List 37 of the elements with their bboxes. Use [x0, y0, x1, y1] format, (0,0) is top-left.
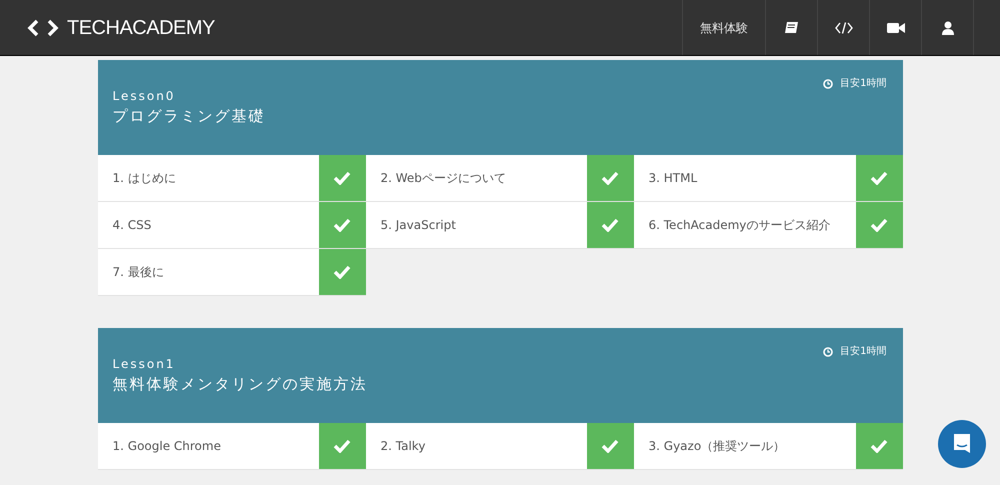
chapter-label: 1. Google Chrome [112, 438, 222, 455]
duration-text: 目安1時間 [840, 76, 886, 91]
chat-icon [952, 433, 972, 455]
duration-text: 目安1時間 [840, 344, 886, 359]
lesson-number: Lesson0 [112, 88, 176, 104]
user-icon [942, 20, 954, 34]
chapter-item[interactable]: 2. Webページについて [366, 155, 634, 202]
chapter-label: 2. Talky [380, 438, 426, 455]
chapter-item[interactable]: 4. CSS [98, 202, 366, 249]
video-camera-icon [886, 22, 904, 34]
chapter-label: 7. 最後に [112, 264, 165, 281]
chapter-label: 3. HTML [648, 170, 698, 187]
code-icon [834, 22, 852, 34]
chapter-label: 6. TechAcademyのサービス紹介 [648, 217, 832, 234]
logo-text[interactable]: TECHACADEMY [67, 12, 215, 42]
chapter-item[interactable]: 3. HTML [634, 155, 902, 202]
chapter-item[interactable]: 5. JavaScript [366, 202, 634, 249]
lesson-title: 無料体験メンタリングの実施方法 [112, 374, 368, 395]
chapter-label: 5. JavaScript [380, 217, 457, 234]
chapter-item[interactable]: 3. Gyazo（推奨ツール） [634, 423, 902, 470]
chapter-label: 3. Gyazo（推奨ツール） [648, 438, 786, 455]
clock-icon [823, 78, 834, 88]
lesson-title: プログラミング基礎 [112, 106, 266, 127]
logo-icon [27, 18, 59, 36]
lesson-number: Lesson1 [112, 356, 176, 372]
chapter-item[interactable]: 2. Talky [366, 423, 634, 470]
chapter-item[interactable]: 1. Google Chrome [98, 423, 366, 470]
chapter-item[interactable]: 7. 最後に [98, 249, 366, 296]
chapter-item[interactable]: 6. TechAcademyのサービス紹介 [634, 202, 902, 249]
chapter-label: 4. CSS [112, 217, 152, 234]
chapter-label: 2. Webページについて [380, 170, 507, 187]
chapter-label: 1. はじめに [112, 170, 177, 187]
chat-button[interactable] [938, 420, 986, 468]
clock-icon [823, 346, 834, 356]
book-icon [784, 20, 799, 34]
nav-link[interactable]: 無料体験 [682, 0, 765, 55]
chapter-item[interactable]: 1. はじめに [98, 155, 366, 202]
